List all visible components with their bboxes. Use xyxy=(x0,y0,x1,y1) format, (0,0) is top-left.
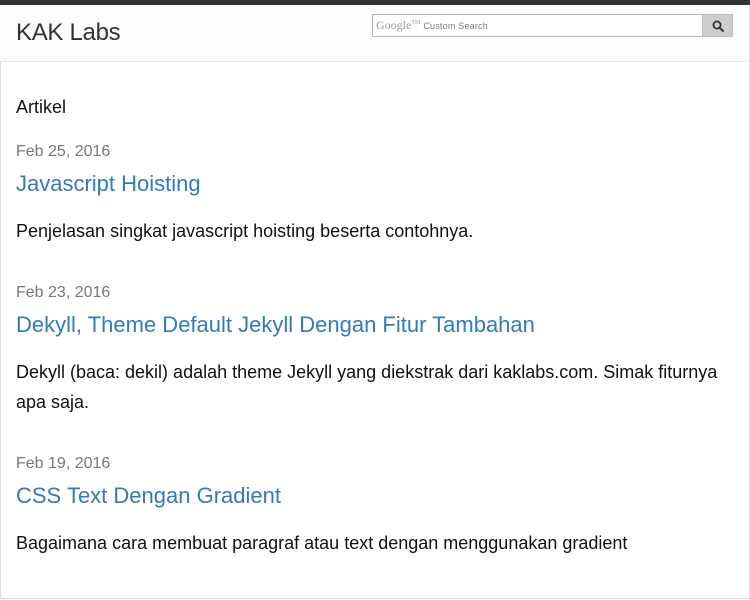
post-title-link[interactable]: Javascript Hoisting xyxy=(16,170,736,198)
post-item: Feb 25, 2016 Javascript Hoisting Penjela… xyxy=(16,142,736,246)
watermark-text: Custom Search xyxy=(423,21,488,31)
search-button[interactable] xyxy=(702,14,733,37)
google-custom-search-watermark: GoogleTM Custom Search xyxy=(376,18,488,33)
site-brand[interactable]: KAK Labs xyxy=(16,19,121,47)
watermark-tm: TM xyxy=(411,20,421,26)
search-input[interactable]: GoogleTM Custom Search xyxy=(372,14,703,37)
post-date: Feb 25, 2016 xyxy=(16,143,111,160)
post-excerpt: Bagaimana cara membuat paragraf atau tex… xyxy=(16,533,628,553)
search-icon xyxy=(712,20,724,32)
watermark-brand: Google xyxy=(376,18,412,32)
post-date: Feb 23, 2016 xyxy=(16,284,111,301)
post-excerpt: Dekyll (baca: dekil) adalah theme Jekyll… xyxy=(16,362,718,412)
section-title: Artikel xyxy=(16,97,67,117)
site-header: KAK Labs GoogleTM Custom Search xyxy=(0,5,748,62)
post-item: Feb 19, 2016 CSS Text Dengan Gradient Ba… xyxy=(16,454,736,558)
post-item: Feb 23, 2016 Dekyll, Theme Default Jekyl… xyxy=(16,283,736,417)
post-excerpt: Penjelasan singkat javascript hoisting b… xyxy=(16,221,474,241)
post-title-link[interactable]: CSS Text Dengan Gradient xyxy=(16,482,736,510)
post-title-link[interactable]: Dekyll, Theme Default Jekyll Dengan Fitu… xyxy=(16,311,736,339)
post-date: Feb 19, 2016 xyxy=(16,455,111,472)
search-form: GoogleTM Custom Search xyxy=(372,14,733,37)
